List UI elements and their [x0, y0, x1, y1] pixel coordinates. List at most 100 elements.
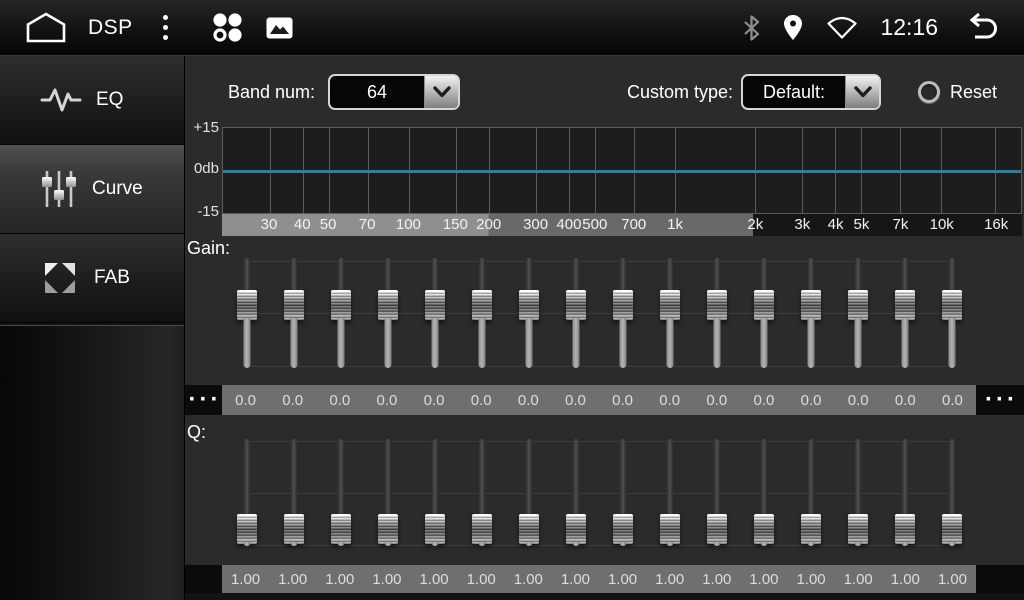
- slider-thumb[interactable]: [942, 514, 962, 544]
- freq-tick-label: 150: [443, 214, 468, 236]
- gain-slider[interactable]: [754, 258, 774, 368]
- sidebar-item-curve[interactable]: Curve: [0, 145, 184, 234]
- slider-track-lower: [949, 318, 956, 368]
- slider-thumb[interactable]: [378, 514, 398, 544]
- slider-thumb[interactable]: [566, 514, 586, 544]
- slider-track-upper: [432, 439, 439, 516]
- slider-thumb[interactable]: [707, 514, 727, 544]
- slider-thumb[interactable]: [472, 514, 492, 544]
- q-slider[interactable]: [613, 439, 633, 546]
- q-slider[interactable]: [566, 439, 586, 546]
- freq-tick-label: 700: [621, 214, 646, 236]
- gain-value: 0.0: [929, 385, 976, 415]
- curve-panel: Band num: 64 Custom type: Default:: [185, 56, 1024, 600]
- slider-thumb[interactable]: [754, 290, 774, 320]
- gain-slider[interactable]: [613, 258, 633, 368]
- gain-slider[interactable]: [472, 258, 492, 368]
- custom-type-dropdown[interactable]: Default:: [741, 74, 881, 110]
- slider-thumb[interactable]: [942, 290, 962, 320]
- chevron-down-icon[interactable]: [424, 76, 458, 108]
- slider-thumb[interactable]: [331, 290, 351, 320]
- slider-thumb[interactable]: [707, 290, 727, 320]
- overflow-menu-icon[interactable]: [159, 11, 172, 44]
- slider-track-lower: [808, 318, 815, 368]
- back-icon[interactable]: [960, 13, 1000, 42]
- slider-thumb[interactable]: [425, 514, 445, 544]
- gain-slider[interactable]: [331, 258, 351, 368]
- q-value: 1.00: [599, 565, 646, 593]
- q-slider[interactable]: [848, 439, 868, 546]
- q-slider[interactable]: [942, 439, 962, 546]
- slider-thumb[interactable]: [660, 514, 680, 544]
- slider-thumb[interactable]: [519, 514, 539, 544]
- reset-radio-icon[interactable]: [918, 81, 940, 103]
- frequency-axis-strip[interactable]: 30 40 50 70 100 150 200 300 400 500 700: [222, 214, 1022, 236]
- slider-thumb[interactable]: [754, 514, 774, 544]
- slider-thumb[interactable]: [472, 290, 492, 320]
- gain-slider[interactable]: [378, 258, 398, 368]
- gain-slider[interactable]: [707, 258, 727, 368]
- slider-thumb[interactable]: [284, 290, 304, 320]
- apps-clover-icon[interactable]: [210, 11, 244, 45]
- q-slider[interactable]: [472, 439, 492, 546]
- bluetooth-icon: [743, 15, 760, 41]
- gain-slider[interactable]: [284, 258, 304, 368]
- gain-scroll-left-button[interactable]: ···: [185, 385, 222, 415]
- sidebar-item-label: FAB: [94, 267, 130, 289]
- gain-scroll-right-button[interactable]: ···: [976, 385, 1024, 415]
- q-slider[interactable]: [707, 439, 727, 546]
- slider-thumb[interactable]: [237, 290, 257, 320]
- slider-thumb[interactable]: [284, 514, 304, 544]
- slider-thumb[interactable]: [331, 514, 351, 544]
- gallery-icon[interactable]: [266, 17, 293, 39]
- q-value: 1.00: [222, 565, 269, 593]
- slider-thumb[interactable]: [801, 290, 821, 320]
- gain-slider[interactable]: [895, 258, 915, 368]
- q-slider[interactable]: [519, 439, 539, 546]
- q-slider[interactable]: [660, 439, 680, 546]
- slider-thumb[interactable]: [895, 290, 915, 320]
- band-num-dropdown[interactable]: 64: [328, 74, 460, 110]
- slider-thumb[interactable]: [895, 514, 915, 544]
- gain-slider[interactable]: [566, 258, 586, 368]
- slider-track-lower: [573, 318, 580, 368]
- gain-slider[interactable]: [942, 258, 962, 368]
- q-value: 1.00: [929, 565, 976, 593]
- q-slider[interactable]: [378, 439, 398, 546]
- sidebar-item-eq[interactable]: EQ: [0, 56, 184, 145]
- slider-thumb[interactable]: [848, 514, 868, 544]
- reset-button[interactable]: Reset: [918, 74, 997, 110]
- q-slider[interactable]: [237, 439, 257, 546]
- slider-thumb[interactable]: [848, 290, 868, 320]
- sidebar-item-fab[interactable]: FAB: [0, 234, 184, 323]
- slider-track-upper: [338, 258, 345, 292]
- q-slider[interactable]: [284, 439, 304, 546]
- gain-slider[interactable]: [237, 258, 257, 368]
- slider-thumb[interactable]: [613, 290, 633, 320]
- gain-slider[interactable]: [660, 258, 680, 368]
- slider-thumb[interactable]: [566, 290, 586, 320]
- q-slider[interactable]: [895, 439, 915, 546]
- curve-sliders-icon: [40, 168, 78, 210]
- slider-thumb[interactable]: [425, 290, 445, 320]
- q-slider[interactable]: [754, 439, 774, 546]
- slider-thumb[interactable]: [660, 290, 680, 320]
- slider-thumb[interactable]: [519, 290, 539, 320]
- home-icon[interactable]: [24, 11, 68, 44]
- slider-thumb[interactable]: [613, 514, 633, 544]
- q-slider[interactable]: [425, 439, 445, 546]
- gain-slider[interactable]: [425, 258, 445, 368]
- q-slider[interactable]: [801, 439, 821, 546]
- slider-thumb[interactable]: [801, 514, 821, 544]
- slider-thumb[interactable]: [237, 514, 257, 544]
- gain-slider[interactable]: [848, 258, 868, 368]
- slider-thumb[interactable]: [378, 290, 398, 320]
- gain-slider[interactable]: [519, 258, 539, 368]
- custom-type-value: Default:: [743, 76, 845, 108]
- chevron-down-icon[interactable]: [845, 76, 879, 108]
- slider-track-upper: [432, 258, 439, 292]
- band-num-label: Band num:: [228, 74, 315, 110]
- gain-value: 0.0: [882, 385, 929, 415]
- gain-slider[interactable]: [801, 258, 821, 368]
- q-slider[interactable]: [331, 439, 351, 546]
